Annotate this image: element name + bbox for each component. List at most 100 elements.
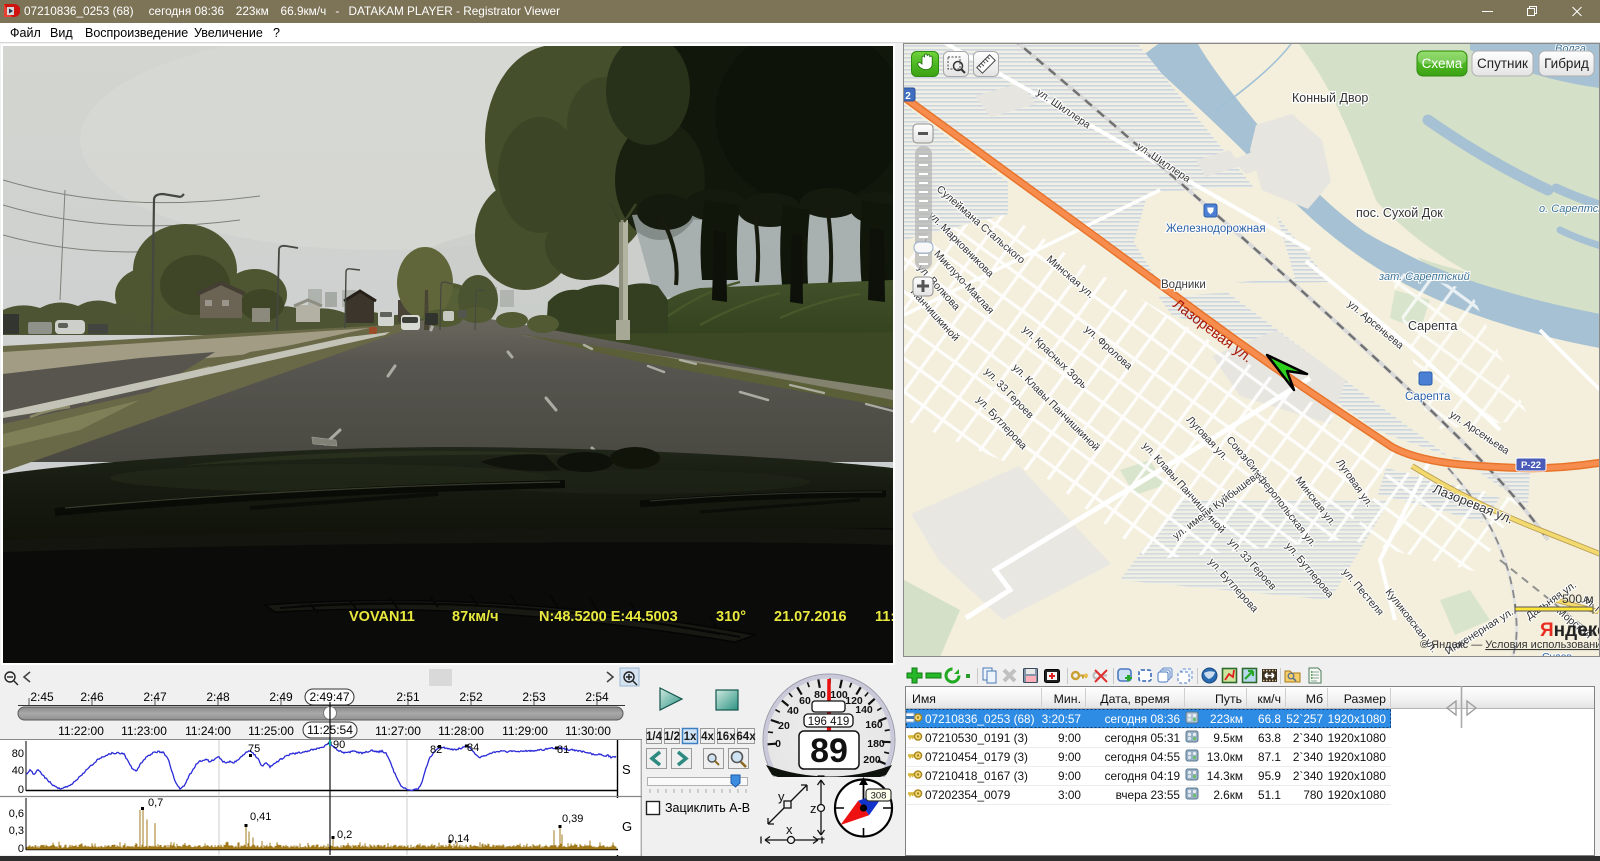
svg-text:2:48: 2:48 (206, 690, 230, 704)
svg-text:64x: 64x (736, 731, 756, 743)
svg-text:80: 80 (12, 748, 24, 760)
svg-text:9.5км: 9.5км (1213, 731, 1243, 745)
svg-text:780: 780 (1303, 788, 1323, 802)
svg-text:2:49:47: 2:49:47 (309, 690, 349, 704)
svg-text:11:27:00: 11:27:00 (375, 724, 421, 738)
svg-text:1920x1080: 1920x1080 (1328, 731, 1387, 745)
svg-text:87.1: 87.1 (1258, 750, 1281, 764)
svg-text:11:22:00: 11:22:00 (58, 724, 104, 738)
svg-text:0: 0 (775, 738, 781, 750)
svg-text:⛊: ⛊ (1207, 206, 1214, 216)
svg-text:2:51: 2:51 (396, 690, 420, 704)
svg-text:52`257: 52`257 (1286, 712, 1323, 726)
svg-text:Сарепта: Сарепта (1408, 319, 1457, 333)
svg-text:Водники: Водники (1161, 279, 1206, 291)
svg-text:Железнодорожная: Железнодорожная (1166, 223, 1266, 235)
svg-text:07202354_0079: 07202354_0079 (925, 788, 1010, 802)
svg-text:1920x1080: 1920x1080 (1328, 788, 1387, 802)
svg-text:1/2: 1/2 (664, 731, 680, 743)
svg-text:9:00: 9:00 (1058, 769, 1081, 783)
svg-text:пос. Сухой Док: пос. Сухой Док (1356, 206, 1443, 220)
svg-text:Зациклить A-B: Зациклить A-B (665, 801, 750, 815)
svg-text:0,6: 0,6 (9, 808, 24, 820)
svg-text:0: 0 (18, 784, 24, 796)
svg-text:2:47: 2:47 (143, 690, 167, 704)
svg-text:60: 60 (799, 695, 811, 707)
svg-text:90: 90 (333, 739, 345, 751)
svg-text:Конный Двор: Конный Двор (1292, 91, 1368, 105)
svg-text:сегодня 08:36: сегодня 08:36 (1105, 712, 1181, 726)
svg-text:81: 81 (557, 744, 569, 756)
svg-text:20: 20 (778, 720, 790, 732)
svg-text:S: S (622, 762, 631, 777)
svg-text:0,7: 0,7 (148, 797, 163, 809)
svg-text:1920x1080: 1920x1080 (1328, 769, 1387, 783)
svg-text:11:25:00: 11:25:00 (248, 724, 294, 738)
svg-text:200: 200 (863, 754, 881, 766)
svg-text:1x: 1x (684, 731, 697, 743)
svg-text:2`340: 2`340 (1293, 731, 1324, 745)
svg-text:07210530_0191 (3): 07210530_0191 (3) (925, 731, 1028, 745)
svg-text:y: y (778, 789, 785, 804)
svg-text:4x: 4x (701, 731, 714, 743)
svg-text:2:53: 2:53 (522, 690, 546, 704)
svg-text:11:29:00: 11:29:00 (502, 724, 548, 738)
svg-text:160: 160 (865, 719, 883, 731)
svg-text:Р-22: Р-22 (1521, 460, 1541, 471)
svg-text:180: 180 (867, 738, 885, 750)
svg-text:км/ч: км/ч (1257, 692, 1281, 706)
svg-text:Мин.: Мин. (1054, 692, 1081, 706)
svg-text:2`340: 2`340 (1293, 750, 1324, 764)
svg-text:95.9: 95.9 (1258, 769, 1281, 783)
svg-text:Имя: Имя (912, 692, 936, 706)
svg-text:2`340: 2`340 (1293, 769, 1324, 783)
svg-text:308: 308 (871, 791, 887, 802)
svg-text:89: 89 (810, 732, 848, 770)
svg-text:Сарепта: Сарепта (1405, 391, 1451, 403)
svg-text:3:20:57: 3:20:57 (1042, 712, 1081, 726)
svg-text:2.6км: 2.6км (1213, 788, 1243, 802)
svg-text:80: 80 (814, 689, 826, 701)
svg-text:310°: 310° (716, 609, 746, 625)
svg-text:2:54: 2:54 (585, 690, 609, 704)
svg-text:0,14: 0,14 (448, 833, 469, 845)
svg-text:Размер: Размер (1344, 692, 1386, 706)
svg-text:51.1: 51.1 (1258, 788, 1281, 802)
svg-text:2:52: 2:52 (459, 690, 483, 704)
svg-text:VOVAN11: VOVAN11 (349, 609, 415, 625)
svg-text:вчера 23:55: вчера 23:55 (1116, 788, 1181, 802)
svg-text:Яндекс: Яндекс (1540, 620, 1600, 641)
svg-text:82: 82 (430, 744, 442, 756)
svg-text:11:23:00: 11:23:00 (121, 724, 167, 738)
svg-text:16x: 16x (716, 731, 736, 743)
svg-text:11:30:00: 11:30:00 (565, 724, 611, 738)
svg-text:2: 2 (905, 91, 911, 102)
svg-text:© Яндекс — Условия использован: © Яндекс — Условия использования (1420, 639, 1600, 651)
svg-text:223км: 223км (1210, 712, 1243, 726)
svg-text:500 м: 500 м (1562, 592, 1594, 606)
svg-text:о. Сарептский: о. Сарептский (1539, 203, 1600, 215)
svg-text:0,41: 0,41 (250, 811, 271, 823)
svg-text:196 419: 196 419 (808, 716, 850, 728)
svg-text:2:49: 2:49 (269, 690, 293, 704)
svg-text:11:28:00: 11:28:00 (438, 724, 484, 738)
svg-text:Мб: Мб (1306, 692, 1323, 706)
svg-text:75: 75 (248, 743, 260, 755)
svg-text:z: z (810, 801, 817, 816)
svg-text:07210454_0179 (3): 07210454_0179 (3) (925, 750, 1028, 764)
svg-text:0: 0 (18, 843, 24, 855)
svg-text:13.0км: 13.0км (1207, 750, 1243, 764)
svg-text:84: 84 (467, 742, 479, 754)
svg-text:87км/ч: 87км/ч (452, 609, 499, 625)
svg-text:Гибрид: Гибрид (1544, 56, 1589, 71)
svg-text:11:24:00: 11:24:00 (185, 724, 231, 738)
svg-text:1920x1080: 1920x1080 (1328, 712, 1387, 726)
svg-text:40: 40 (787, 705, 799, 717)
svg-text:21.07.2016: 21.07.2016 (774, 609, 847, 625)
svg-text:сегодня 04:55: сегодня 04:55 (1105, 750, 1181, 764)
svg-text:Схема: Схема (1422, 56, 1463, 71)
svg-text:140: 140 (855, 704, 873, 716)
svg-text:40: 40 (12, 765, 24, 777)
svg-text:0,39: 0,39 (562, 813, 583, 825)
svg-text:66.8: 66.8 (1258, 712, 1281, 726)
